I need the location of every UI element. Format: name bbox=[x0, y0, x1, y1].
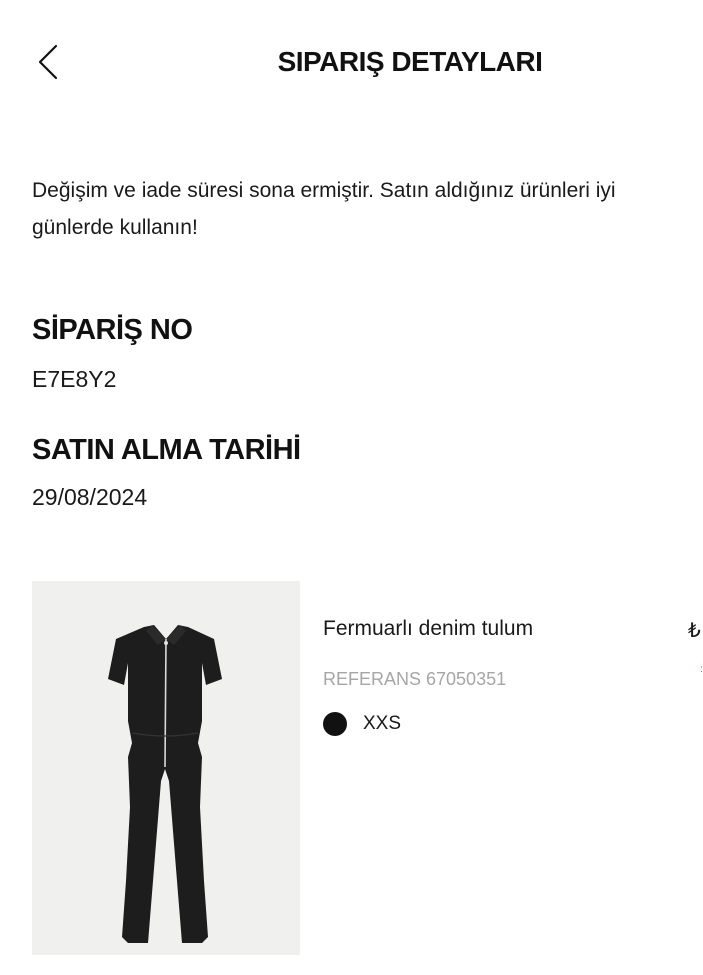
page-title: SIPARIŞ DETAYLARI bbox=[277, 46, 543, 77]
order-number-label: SİPARİŞ NO bbox=[32, 314, 193, 346]
purchase-date-value: 29/08/2024 bbox=[32, 484, 148, 510]
product-image[interactable] bbox=[32, 581, 300, 955]
price-cutoff: ₺ : bbox=[688, 618, 703, 678]
jumpsuit-image bbox=[108, 625, 222, 943]
price-discount-mark: : bbox=[700, 664, 703, 675]
product-name[interactable]: Fermuarlı denim tulum bbox=[323, 617, 533, 641]
product-price: ₺ bbox=[688, 620, 701, 642]
return-period-notice: Değişim ve iade süresi sona ermiştir. Sa… bbox=[32, 179, 616, 239]
order-number-value: E7E8Y2 bbox=[32, 366, 117, 392]
purchase-date-label: SATIN ALMA TARİHİ bbox=[32, 434, 301, 466]
product-size: XXS bbox=[363, 713, 402, 734]
product-reference: REFERANS 67050351 bbox=[323, 669, 507, 689]
color-swatch bbox=[323, 712, 347, 736]
